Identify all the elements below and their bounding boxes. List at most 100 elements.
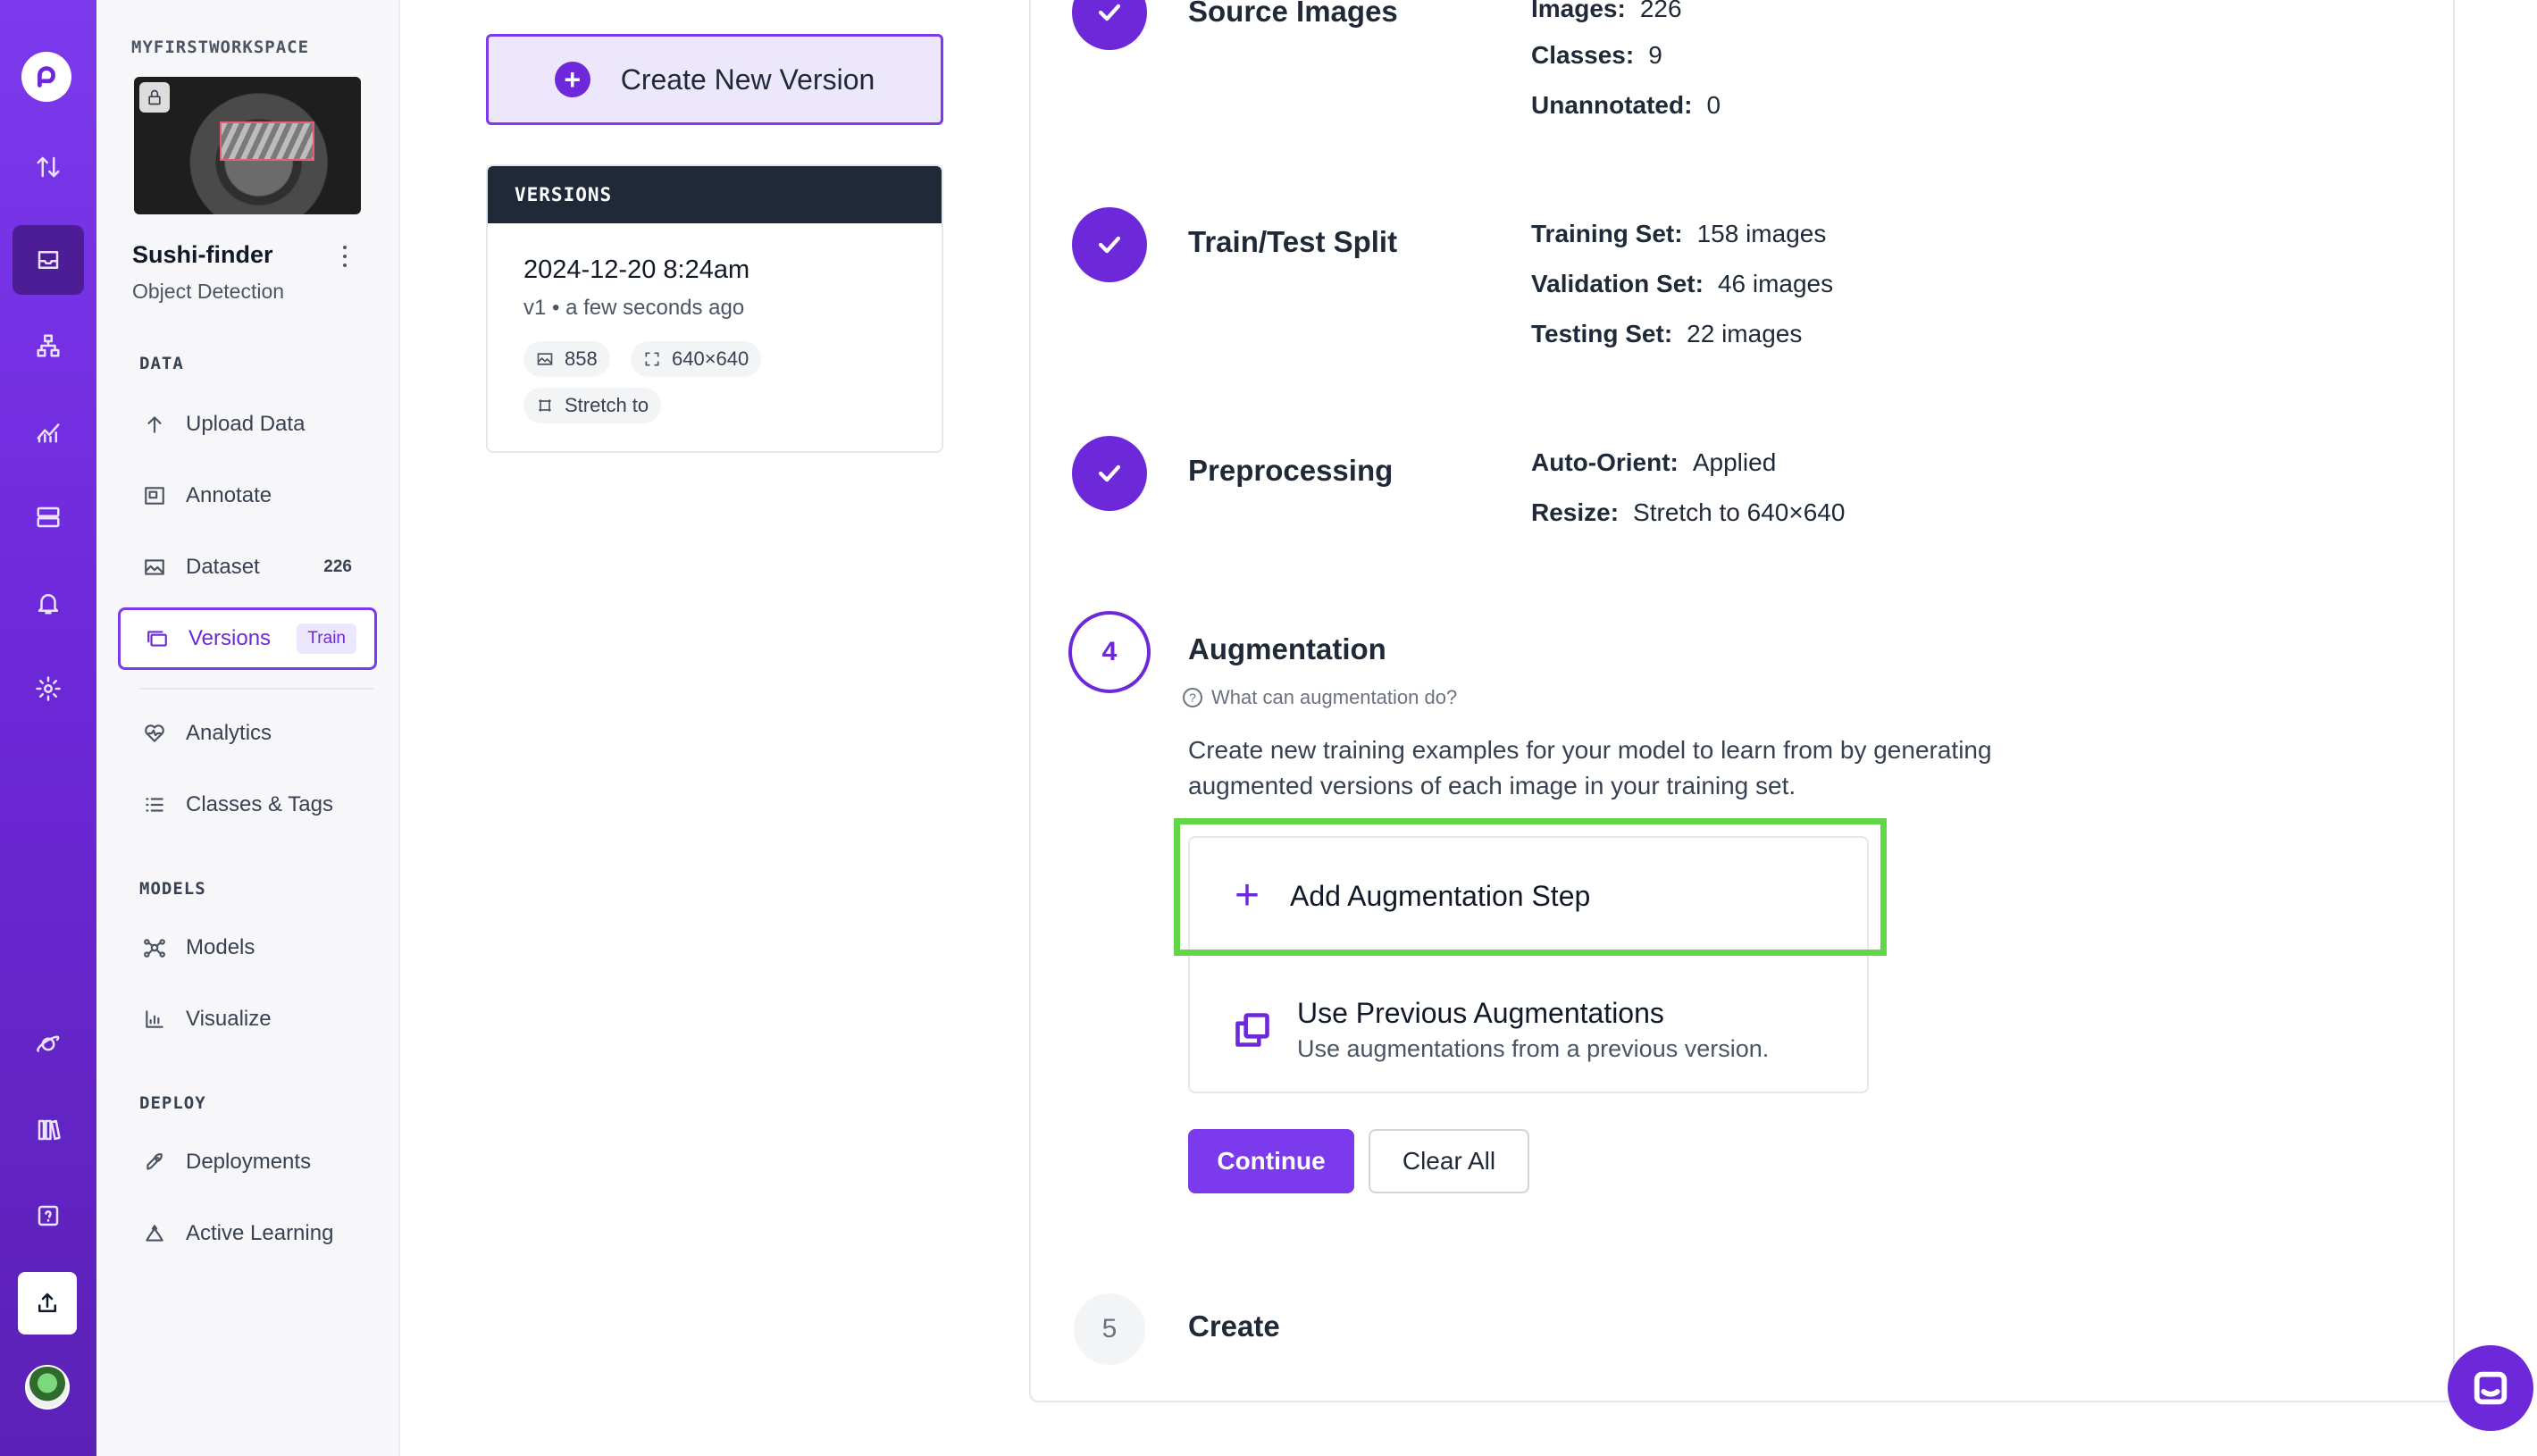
section-heading-deploy: DEPLOY (139, 1093, 206, 1113)
image-count-chip: 858 (523, 341, 610, 377)
sidebar-item-label: Dataset (186, 555, 260, 579)
rocket-icon (147, 1153, 163, 1170)
sidebar-item-label: Models (186, 935, 255, 959)
dataset-count: 226 (323, 557, 352, 576)
sidebar-item-versions[interactable]: Versions Train (118, 607, 377, 670)
use-previous-augmentations-button[interactable]: Use Previous Augmentations Use augmentat… (1190, 972, 1867, 1088)
sidebar-item-label: Versions (188, 626, 272, 650)
augmentation-help-link[interactable]: ? What can augmentation do? (1183, 686, 1457, 709)
sidebar-item-label: Analytics (186, 721, 272, 745)
step-create-title: Create (1188, 1310, 1280, 1343)
annotate-image-icon (145, 487, 164, 505)
workflows-icon[interactable] (13, 311, 84, 381)
versions-train-badge: Train (297, 623, 356, 654)
resize-mode: Stretch to (565, 394, 649, 416)
workspace-name[interactable]: MYFIRSTWORKSPACE (131, 38, 309, 57)
sidebar-item-label: Annotate (186, 483, 272, 507)
sidebar-item-active-learning[interactable]: Active Learning (118, 1202, 377, 1265)
step-source-images-title[interactable]: Source Images (1188, 0, 1398, 29)
sidebar-item-analytics[interactable]: Analytics (118, 702, 377, 765)
universe-planet-icon[interactable] (13, 1009, 84, 1079)
deployments-server-icon[interactable] (13, 482, 84, 552)
add-augmentation-step-button[interactable]: + Add Augmentation Step (1190, 838, 1867, 954)
versions-list: VERSIONS 2024-12-20 8:24am v1 • a few se… (486, 164, 943, 453)
sort-arrows-icon[interactable] (13, 132, 84, 202)
sidebar-item-deployments[interactable]: Deployments (118, 1131, 377, 1193)
training-set-row: Training Set: 158 images (1531, 220, 1827, 247)
roboflow-logo-icon[interactable] (21, 52, 71, 102)
use-previous-augmentations-subtitle: Use augmentations from a previous versio… (1297, 1035, 1770, 1062)
step-2-complete-check-icon[interactable] (1072, 207, 1147, 282)
sidebar-item-models[interactable]: Models (118, 916, 377, 979)
sidebar-divider (139, 688, 373, 690)
plus-icon: + (1235, 872, 1260, 919)
settings-gear-icon[interactable] (13, 654, 84, 724)
icon-rail (0, 0, 96, 1456)
image-count: 858 (565, 347, 598, 370)
sidebar-item-label: Deployments (186, 1150, 312, 1174)
expand-corners-icon (645, 352, 659, 366)
list-icon (146, 798, 163, 812)
use-previous-augmentations-title: Use Previous Augmentations (1297, 997, 1664, 1029)
step-3-complete-check-icon[interactable] (1072, 436, 1147, 511)
sidebar-item-dataset[interactable]: Dataset 226 (118, 536, 377, 598)
sidebar-item-visualize[interactable]: Visualize (118, 988, 377, 1050)
projects-inbox-icon[interactable] (13, 225, 84, 295)
sidebar-item-label: Classes & Tags (186, 792, 333, 816)
section-heading-data: DATA (139, 354, 184, 373)
notifications-bell-icon[interactable] (13, 568, 84, 638)
resize-chip: Stretch to (523, 388, 662, 423)
sidebar-item-label: Visualize (186, 1007, 272, 1031)
project-title: Sushi-finder (132, 241, 273, 268)
create-new-version-label: Create New Version (620, 63, 875, 96)
section-heading-models: MODELS (139, 879, 206, 899)
thumbnail-bounding-box (220, 121, 314, 161)
project-type: Object Detection (132, 280, 285, 303)
docs-library-icon[interactable] (13, 1095, 84, 1165)
version-subtitle: v1 • a few seconds ago (523, 296, 745, 320)
project-thumbnail[interactable] (134, 77, 361, 214)
recycle-icon (146, 1225, 163, 1242)
auto-orient-row: Auto-Orient: Applied (1531, 448, 1777, 476)
arrow-up-icon (147, 416, 162, 433)
sidebar-item-classes-tags[interactable]: Classes & Tags (118, 774, 377, 836)
continue-button[interactable]: Continue (1188, 1129, 1354, 1193)
sidebar-item-annotate[interactable]: Annotate (118, 464, 377, 527)
add-augmentation-step-label: Add Augmentation Step (1290, 879, 1591, 912)
upload-icon[interactable] (18, 1272, 77, 1335)
versions-stack-icon (147, 631, 167, 647)
help-question-icon[interactable] (13, 1181, 84, 1251)
step-augmentation-title: Augmentation (1188, 632, 1386, 665)
image-size-chip: 640×640 (631, 341, 762, 377)
create-new-version-button[interactable]: + Create New Version (486, 34, 943, 125)
visualize-chart-icon (146, 1010, 163, 1028)
crop-icon (539, 399, 551, 412)
image-size: 640×640 (672, 347, 749, 370)
analytics-heart-icon (145, 724, 164, 742)
validation-set-row: Validation Set: 46 images (1531, 270, 1834, 297)
step-train-test-split-title[interactable]: Train/Test Split (1188, 225, 1397, 259)
user-avatar[interactable] (25, 1365, 70, 1410)
copy-icon (1235, 1013, 1269, 1047)
resize-row: Resize: Stretch to 640×640 (1531, 498, 1846, 526)
augmentation-description: Create new training examples for your mo… (1188, 736, 1992, 799)
lock-icon (139, 82, 170, 113)
testing-set-row: Testing Set: 22 images (1531, 320, 1803, 347)
image-icon (537, 353, 553, 365)
models-network-icon (144, 939, 165, 958)
chat-support-icon[interactable] (2448, 1345, 2533, 1431)
version-date: 2024-12-20 8:24am (523, 255, 750, 284)
step-4-number: 4 (1068, 611, 1151, 693)
monitoring-chart-icon[interactable] (13, 397, 84, 466)
question-circle-icon: ? (1183, 688, 1202, 707)
sidebar-item-label: Active Learning (186, 1221, 334, 1245)
source-classes-row: Classes: 9 (1531, 41, 1662, 69)
plus-circle-icon: + (554, 62, 590, 97)
versions-header: VERSIONS (488, 166, 942, 223)
project-menu-kebab-icon[interactable] (336, 243, 354, 270)
clear-all-button[interactable]: Clear All (1369, 1129, 1529, 1193)
sidebar-item-upload-data[interactable]: Upload Data (118, 393, 377, 456)
step-preprocessing-title[interactable]: Preprocessing (1188, 454, 1393, 488)
project-sidebar: MYFIRSTWORKSPACE Sushi-finder Object Det… (96, 0, 400, 1456)
augmentation-help-text: What can augmentation do? (1211, 686, 1458, 708)
